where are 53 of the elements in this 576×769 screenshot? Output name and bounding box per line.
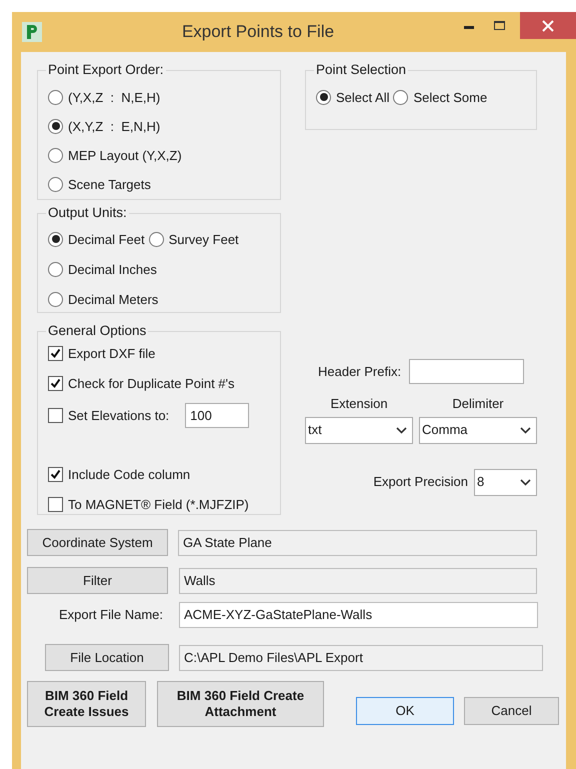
radio-button[interactable]: Survey Feet [148,229,239,250]
group-label: General Options [47,322,148,340]
radio-button[interactable]: Select Some [393,87,488,108]
checkbox[interactable]: To MAGNET® Field (*.MJFZIP) [48,494,249,514]
chevron-down-icon [396,426,407,434]
field-label: Export File Name: [58,606,164,624]
button[interactable]: BIM 360 Field Create Attachment [157,681,324,727]
check-icon [50,348,61,359]
group-label: Point Selection [315,61,408,79]
radio-button[interactable]: MEP Layout (Y,X,Z) [48,145,182,166]
dropdown-value: 8 [477,473,486,492]
button[interactable]: Filter [27,567,168,594]
check-icon [50,378,61,389]
radio-button[interactable]: Decimal Inches [48,259,157,280]
close-icon [542,20,554,32]
group-label: Output Units: [47,204,128,222]
close-button[interactable] [520,12,576,39]
window-title: Export Points to File [180,21,336,44]
button[interactable]: File Location [45,644,169,671]
checkbox[interactable]: Check for Duplicate Point #'s [48,373,235,394]
radio-button[interactable]: (X,Y,Z : E,N,H) [48,116,160,136]
dropdown[interactable]: txt [305,416,413,444]
input-field[interactable]: 100 [185,403,250,428]
button[interactable]: OK [356,697,454,725]
button[interactable]: Cancel [464,697,559,725]
radio-button[interactable]: Select All [316,87,390,108]
chevron-down-icon [520,478,531,486]
button[interactable]: BIM 360 Field Create Issues [27,681,146,727]
checkbox[interactable]: Set Elevations to: [48,406,170,426]
field-label: Extension [330,395,388,413]
button[interactable]: Coordinate System [27,529,168,556]
dropdown-value: txt [308,421,323,440]
field-label: Export Precision [373,473,468,492]
radio-button[interactable]: (Y,X,Z : N,E,H) [48,87,160,108]
checkbox[interactable]: Include Code column [48,464,190,484]
text-field[interactable]: GA State Plane [178,530,537,556]
text-field[interactable]: C:\APL Demo Files\APL Export [179,644,543,670]
input-field[interactable] [409,359,524,384]
text-field[interactable]: Walls [179,568,537,594]
field-label: Header Prefix: [318,362,402,381]
chevron-down-icon [520,426,531,434]
app-logo-icon [22,22,42,42]
group-label: Point Export Order: [47,61,165,79]
check-icon [50,468,61,480]
checkbox[interactable]: Export DXF file [48,343,156,364]
dropdown-value: Comma [422,421,469,440]
radio-button[interactable]: Scene Targets [48,174,151,194]
dropdown[interactable]: 8 [474,468,537,496]
radio-button[interactable]: Decimal Meters [48,289,158,310]
radio-button[interactable]: Decimal Feet [48,229,145,250]
dropdown[interactable]: Comma [419,416,537,444]
field-label: Delimiter [452,395,504,413]
text-field[interactable]: ACME-XYZ-GaStatePlane-Walls [179,602,538,628]
